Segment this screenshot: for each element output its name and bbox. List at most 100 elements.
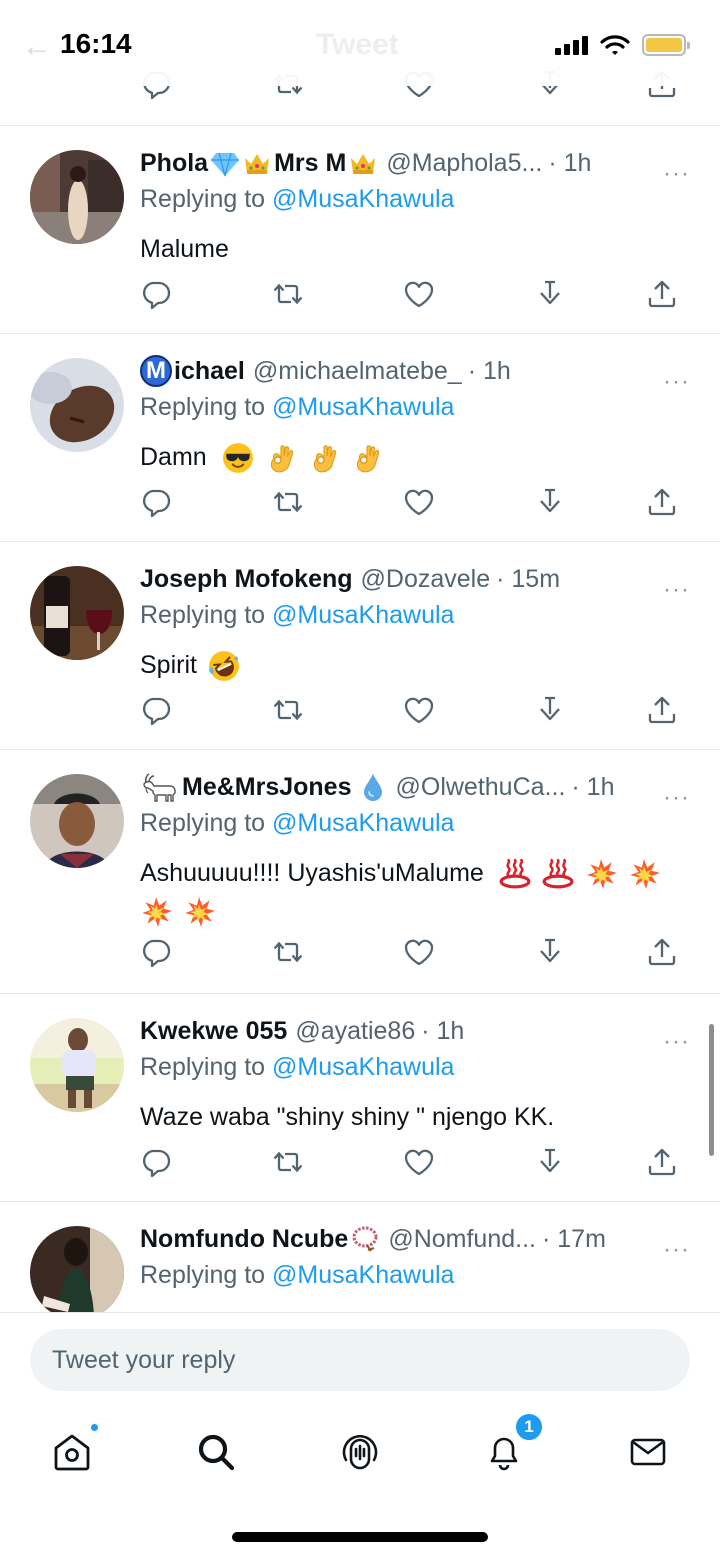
more-options-icon[interactable]: ··· bbox=[663, 784, 690, 812]
notifications-badge: 1 bbox=[514, 1412, 544, 1442]
avatar[interactable] bbox=[30, 358, 124, 452]
retweet-icon[interactable] bbox=[272, 486, 304, 518]
tweet-actions bbox=[140, 936, 686, 968]
more-options-icon[interactable]: ··· bbox=[663, 1028, 690, 1056]
battery-icon bbox=[642, 34, 690, 56]
reply-input[interactable] bbox=[30, 1329, 690, 1391]
share-icon[interactable] bbox=[646, 936, 678, 968]
tab-home[interactable] bbox=[48, 1422, 100, 1476]
more-options-icon[interactable]: ··· bbox=[663, 368, 690, 396]
more-options-icon[interactable]: ··· bbox=[663, 1236, 690, 1264]
search-icon bbox=[198, 1434, 235, 1471]
like-icon[interactable] bbox=[403, 936, 435, 968]
avatar[interactable] bbox=[30, 566, 124, 660]
more-options-icon[interactable]: ··· bbox=[663, 576, 690, 604]
m-badge-icon: M bbox=[140, 355, 172, 387]
timestamp: · 15m bbox=[496, 564, 561, 593]
display-name[interactable]: Nomfundo Ncube bbox=[140, 1224, 380, 1254]
reply-tweet[interactable]: Me&MrsJones @OlwethuCa... · 1h ··· Reply… bbox=[0, 750, 720, 994]
handle[interactable]: @Dozavele bbox=[361, 565, 491, 594]
like-icon[interactable] bbox=[403, 1146, 435, 1178]
reply-tweet[interactable]: Phola Mrs M @Maphola5... · 1h ··· Replyi… bbox=[0, 126, 720, 334]
mention-link[interactable]: @MusaKhawula bbox=[272, 1261, 454, 1289]
retweet-icon[interactable] bbox=[272, 1146, 304, 1178]
mention-link[interactable]: @MusaKhawula bbox=[272, 1053, 454, 1081]
mention-link[interactable]: @MusaKhawula bbox=[272, 809, 454, 837]
collision-icon bbox=[628, 858, 660, 890]
display-name[interactable]: Joseph Mofokeng bbox=[140, 565, 353, 594]
handle[interactable]: @michaelmatebe_ bbox=[253, 357, 462, 386]
like-icon[interactable] bbox=[403, 278, 435, 310]
replying-to: Replying to @MusaKhawula bbox=[140, 393, 455, 421]
handle[interactable]: @Maphola5... bbox=[386, 149, 542, 178]
gem-icon bbox=[210, 148, 240, 178]
display-name[interactable]: Me&MrsJones bbox=[140, 772, 388, 802]
reply-icon[interactable] bbox=[140, 694, 172, 726]
handle[interactable]: @OlwethuCa... bbox=[396, 773, 566, 802]
tweet-header: M ichael @michaelmatebe_ · 1h bbox=[140, 354, 690, 388]
reply-bar bbox=[0, 1312, 720, 1404]
scroll-indicator[interactable] bbox=[709, 1024, 714, 1156]
tab-spaces[interactable] bbox=[336, 1428, 384, 1476]
display-name[interactable]: M ichael bbox=[140, 355, 245, 387]
like-icon[interactable] bbox=[403, 486, 435, 518]
download-icon[interactable] bbox=[534, 1146, 566, 1178]
messages-icon bbox=[630, 1438, 666, 1466]
mention-link[interactable]: @MusaKhawula bbox=[272, 601, 454, 629]
share-icon[interactable] bbox=[646, 1146, 678, 1178]
reply-icon[interactable] bbox=[140, 1146, 172, 1178]
download-icon[interactable] bbox=[534, 694, 566, 726]
handle[interactable]: @ayatie86 bbox=[295, 1017, 415, 1046]
reply-tweet[interactable]: Joseph Mofokeng @Dozavele · 15m ··· Repl… bbox=[0, 542, 720, 750]
avatar[interactable] bbox=[30, 1018, 124, 1112]
handle[interactable]: @Nomfund... bbox=[388, 1225, 536, 1254]
more-options-icon[interactable]: ··· bbox=[663, 160, 690, 188]
reply-tweet[interactable]: M ichael @michaelmatebe_ · 1h ··· Replyi… bbox=[0, 334, 720, 542]
mention-link[interactable]: @MusaKhawula bbox=[272, 393, 454, 421]
share-icon[interactable] bbox=[646, 278, 678, 310]
download-icon[interactable] bbox=[534, 278, 566, 310]
avatar[interactable] bbox=[30, 150, 124, 244]
share-icon[interactable] bbox=[646, 694, 678, 726]
retweet-icon[interactable] bbox=[272, 936, 304, 968]
reply-tweet[interactable]: Kwekwe 055 @ayatie86 · 1h ··· Replying t… bbox=[0, 994, 720, 1202]
retweet-icon[interactable] bbox=[272, 278, 304, 310]
status-time: 16:14 bbox=[60, 28, 132, 59]
reply-tweet[interactable]: Nomfundo Ncube @Nomfund... · 17m ··· Rep… bbox=[0, 1202, 720, 1312]
mention-link[interactable]: @MusaKhawula bbox=[272, 185, 454, 213]
replying-to: Replying to @MusaKhawula bbox=[140, 601, 455, 629]
timestamp: · 1h bbox=[571, 772, 615, 801]
cellular-signal-icon bbox=[555, 35, 588, 55]
timestamp: · 1h bbox=[467, 356, 511, 385]
share-icon[interactable] bbox=[646, 486, 678, 518]
tweet-header: Me&MrsJones @OlwethuCa... · 1h bbox=[140, 770, 690, 804]
like-icon[interactable] bbox=[403, 694, 435, 726]
reply-icon[interactable] bbox=[140, 278, 172, 310]
wifi-icon bbox=[600, 35, 630, 55]
tab-messages[interactable] bbox=[624, 1428, 672, 1476]
tweet-text: Ashuuuuu!!!! Uyashis'uMalume bbox=[140, 854, 690, 930]
download-icon[interactable] bbox=[534, 486, 566, 518]
new-content-dot bbox=[89, 1422, 100, 1433]
status-icons bbox=[555, 34, 690, 56]
avatar[interactable] bbox=[30, 1226, 124, 1312]
replying-to: Replying to @MusaKhawula bbox=[140, 1261, 455, 1289]
reply-icon[interactable] bbox=[140, 486, 172, 518]
timestamp: · 1h bbox=[421, 1016, 465, 1045]
retweet-icon[interactable] bbox=[272, 694, 304, 726]
tab-search[interactable] bbox=[192, 1428, 240, 1476]
sunglasses-face-icon bbox=[222, 442, 254, 474]
tab-notifications[interactable]: 1 bbox=[480, 1412, 544, 1476]
download-icon[interactable] bbox=[534, 936, 566, 968]
goat-icon bbox=[140, 772, 180, 802]
prayer-beads-icon bbox=[350, 1224, 380, 1254]
replies-feed: Phola Mrs M @Maphola5... · 1h ··· Replyi… bbox=[0, 126, 720, 1312]
collision-icon bbox=[585, 858, 617, 890]
back-arrow-icon[interactable]: ← bbox=[22, 30, 52, 64]
display-name[interactable]: Phola Mrs M bbox=[140, 148, 378, 178]
display-name[interactable]: Kwekwe 055 bbox=[140, 1017, 287, 1046]
reply-icon[interactable] bbox=[140, 936, 172, 968]
crown-icon bbox=[242, 148, 272, 178]
avatar[interactable] bbox=[30, 774, 124, 868]
home-indicator[interactable] bbox=[232, 1532, 488, 1542]
